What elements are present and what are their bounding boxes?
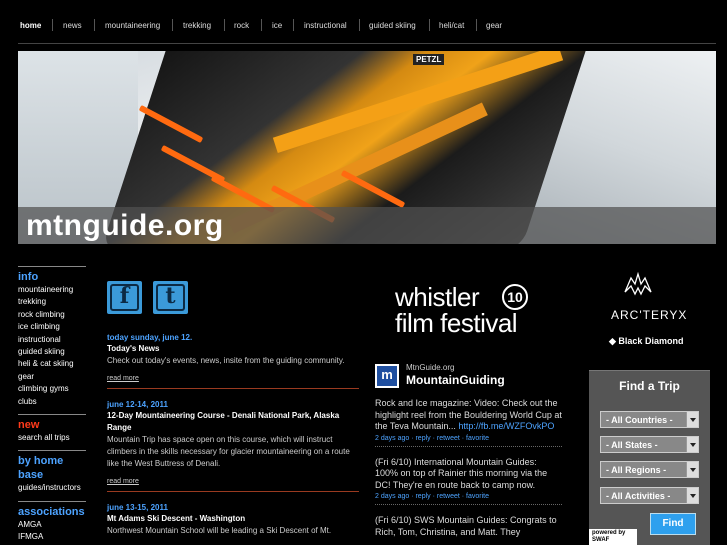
nav-separator [94,19,95,31]
tweet: (Fri 6/10) International Mountain Guides… [375,457,562,492]
news-divider [107,388,359,389]
twitter-widget: MtnGuide.org MountainGuiding Rock and Ic… [375,362,562,538]
nav-gear[interactable]: gear [486,21,502,30]
site-logo[interactable]: mtnguide.org [26,209,224,243]
sidebar-heading-associations: associations [18,505,85,518]
nav-separator [261,19,262,31]
sidebar-link-ice-climbing[interactable]: ice climbing [18,321,86,333]
nav-separator [476,19,477,31]
news-item: today sunday, june 12. Today's News Chec… [107,332,359,389]
sidebar-heading-by-home: by home [18,455,64,468]
chevron-down-icon [686,412,698,427]
hero-banner: PETZL mtnguide.org [18,51,716,244]
news-date: june 12-14, 2011 [107,400,168,409]
nav-rock[interactable]: rock [234,21,249,30]
sidebar-link-mountaineering[interactable]: mountaineering [18,284,86,296]
chevron-down-icon [686,488,698,503]
twitter-header: MtnGuide.org MountainGuiding [375,362,562,388]
nav-separator [224,19,225,31]
chevron-down-icon [686,437,698,452]
sidebar-link-instructional[interactable]: instructional [18,334,86,346]
sidebar-link-guided-skiing[interactable]: guided skiing [18,346,86,358]
powered-by-badge[interactable]: powered by SWAF [589,529,637,545]
news-date: june 13-15, 2011 [107,503,168,512]
nav-guided-skiing[interactable]: guided skiing [369,21,416,30]
avatar[interactable] [375,364,399,388]
sidebar-link-ifmga[interactable]: IFMGA [18,531,86,543]
top-navigation: home news mountaineering trekking rock i… [18,14,716,44]
tweet-text: (Fri 6/10) SWS Mountain Guides: Congrats… [375,515,557,537]
nav-separator [429,19,430,31]
twitter-name[interactable]: MountainGuiding [406,373,505,387]
sidebar-link-gear[interactable]: gear [18,371,86,383]
tweet: Rock and Ice magazine: Video: Check out … [375,398,562,433]
petzl-brand-mark: PETZL [413,54,445,65]
news-title[interactable]: Mt Adams Ski Descent - Washington [107,513,359,525]
news-title[interactable]: 12-Day Mountaineering Course - Denali Na… [107,410,359,434]
nav-separator [52,19,53,31]
news-date: today sunday, june 12. [107,333,193,342]
sidebar-divider [18,500,86,502]
nav-news[interactable]: news [63,21,82,30]
nav-trekking[interactable]: trekking [183,21,211,30]
sidebar-link-rock-climbing[interactable]: rock climbing [18,309,86,321]
sidebar-heading-base: base [18,469,44,482]
sidebar-divider [18,266,86,267]
sidebar-link-guides-instructors[interactable]: guides/instructors [18,482,86,494]
find-button[interactable]: Find [650,513,696,535]
news-divider [107,491,359,492]
region-select[interactable]: - All Regions - [600,461,699,478]
find-trip-title: Find a Trip [619,379,680,393]
find-a-trip-panel: Find a Trip - All Countries - - All Stat… [589,370,710,545]
sidebar-link-clubs[interactable]: clubs [18,396,86,408]
twitter-icon[interactable]: t [153,281,188,314]
arcteryx-logo-icon [624,271,652,296]
sidebar-link-heli-cat-skiing[interactable]: heli & cat skiing [18,358,86,370]
tweet-actions[interactable]: 2 days ago · reply · retweet · favorite [375,435,562,447]
ad-line: film festival [395,308,518,338]
state-select[interactable]: - All States - [600,436,699,453]
news-body: Check out today's events, news, insite f… [107,356,345,365]
nav-mountaineering[interactable]: mountaineering [105,21,160,30]
news-title[interactable]: Today's News [107,343,359,355]
chevron-down-icon [686,462,698,477]
activity-select[interactable]: - All Activities - [600,487,699,504]
nav-separator [172,19,173,31]
black-diamond-wordmark: ◆ Black Diamond [609,336,684,346]
country-select[interactable]: - All Countries - [600,411,699,428]
news-item: june 12-14, 2011 12-Day Mountaineering C… [107,399,359,492]
tweet-actions[interactable]: 2 days ago · reply · retweet · favorite [375,493,562,505]
twitter-handle[interactable]: MtnGuide.org [406,363,454,372]
read-more-link[interactable]: read more [107,478,139,485]
tweet-link[interactable]: http://fb.me/WZFOvkPO [458,421,554,431]
news-body: Northwest Mountain School will be leadin… [107,526,332,535]
sidebar-link-trekking[interactable]: trekking [18,296,86,308]
news-item: june 13-15, 2011 Mt Adams Ski Descent - … [107,502,359,537]
nav-heli-cat[interactable]: heli/cat [439,21,464,30]
tweet: (Fri 6/10) SWS Mountain Guides: Congrats… [375,515,562,538]
arcteryx-wordmark: ARC'TERYX [611,308,688,322]
sidebar-link-climbing-gyms[interactable]: climbing gyms [18,383,86,395]
sidebar-link-search-all-trips[interactable]: search all trips [18,432,86,444]
news-column: today sunday, june 12. Today's News Chec… [107,332,359,545]
facebook-icon[interactable]: f [107,281,142,314]
arcteryx-ad[interactable]: ARC'TERYX ◆ Black Diamond [597,266,709,356]
tweet-text: (Fri 6/10) International Mountain Guides… [375,456,548,490]
sidebar-heading-info: info [18,271,39,283]
nav-separator [359,19,360,31]
sidebar-link-amga[interactable]: AMGA [18,519,86,531]
nav-home[interactable]: home [20,21,41,30]
nav-separator [293,19,294,31]
sidebar-heading-new: new [18,419,40,432]
sidebar-divider [18,414,86,416]
whistler-film-festival-ad[interactable]: whistler 10 film festival [390,278,540,342]
sidebar-divider [18,450,86,452]
diamond-icon: ◆ [609,336,619,346]
nav-instructional[interactable]: instructional [304,21,347,30]
read-more-link[interactable]: read more [107,375,139,382]
ad-badge: 10 [502,284,528,310]
left-sidebar: info mountaineering trekking rock climbi… [18,266,86,544]
nav-ice[interactable]: ice [272,21,282,30]
news-body: Mountain Trip has space open on this cou… [107,435,350,468]
